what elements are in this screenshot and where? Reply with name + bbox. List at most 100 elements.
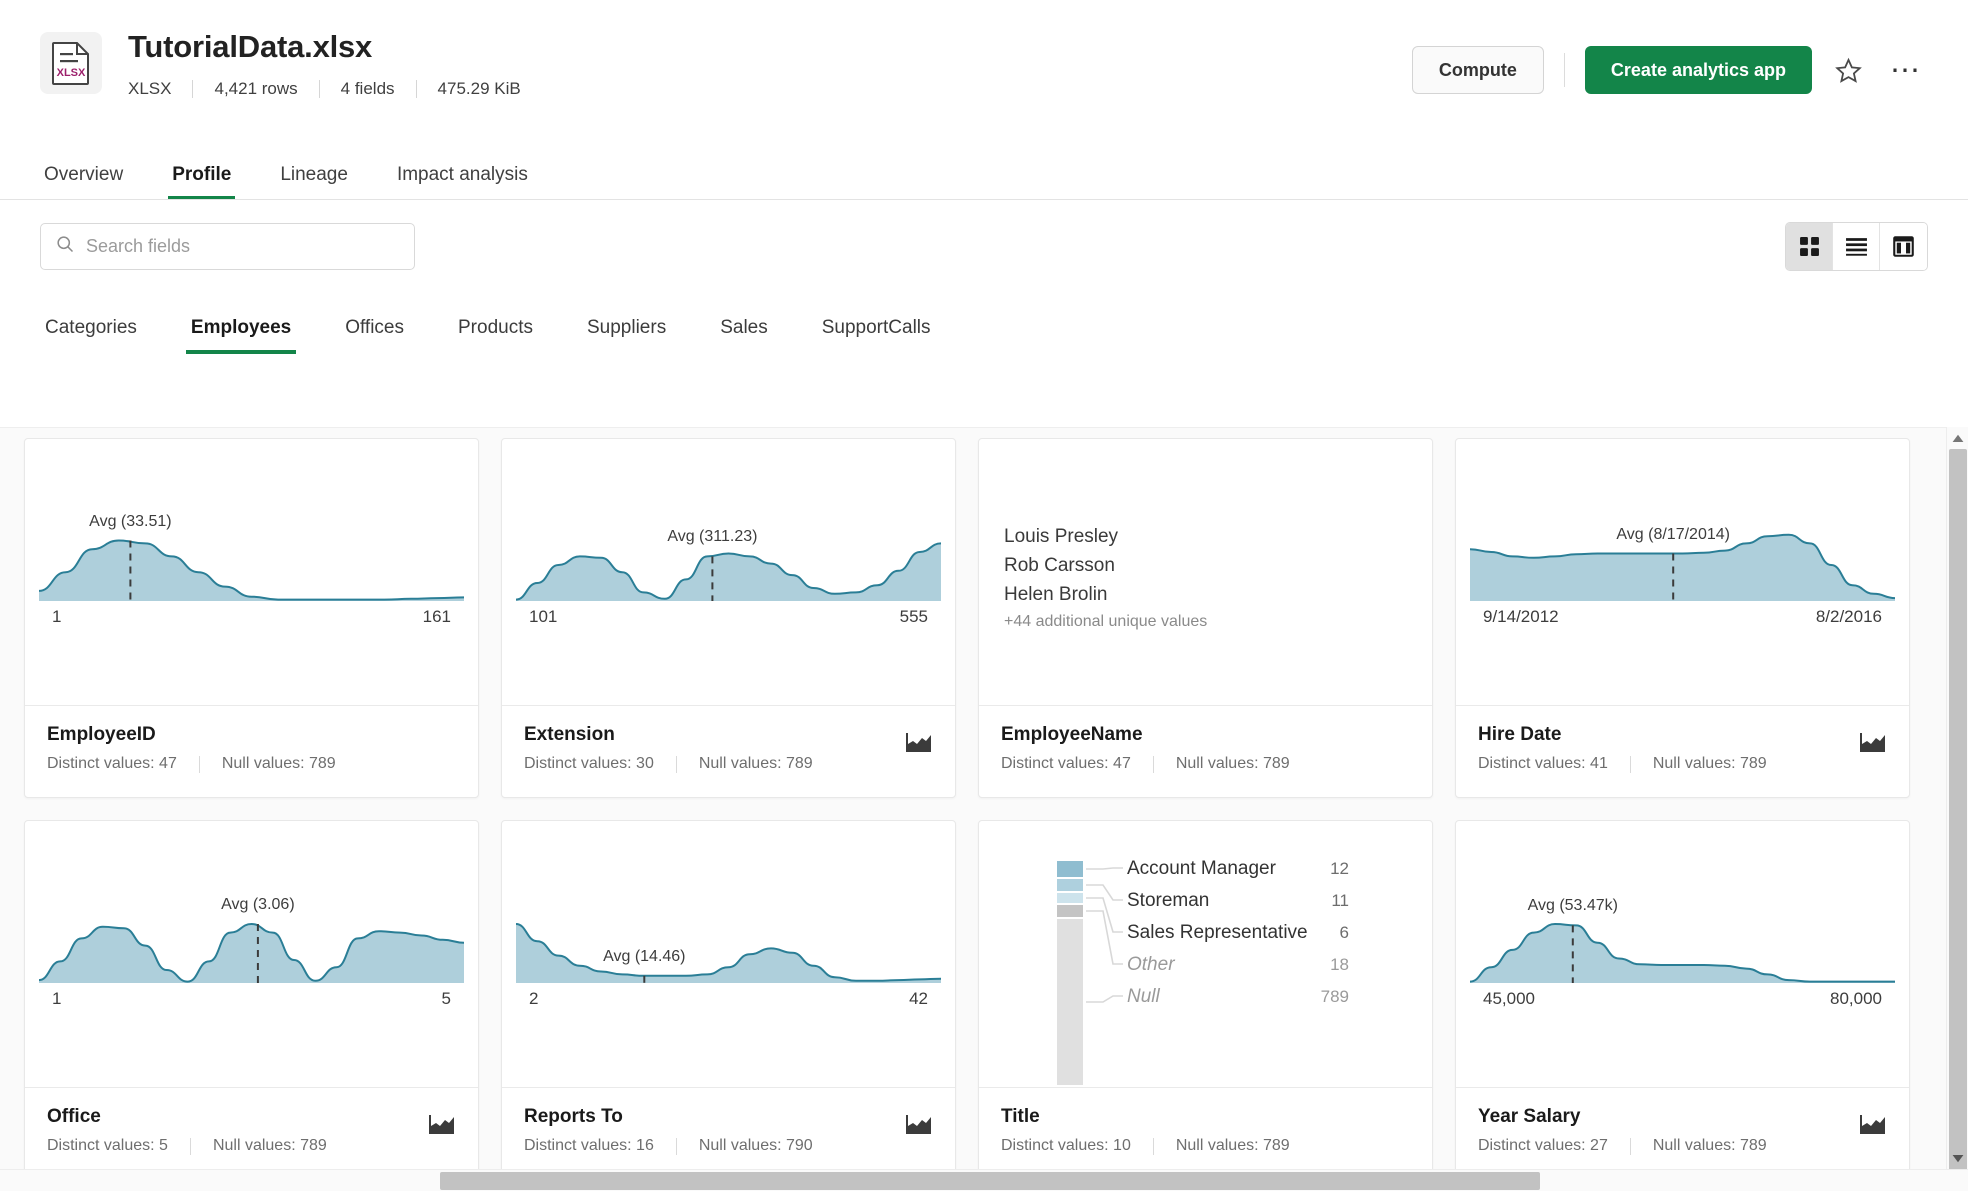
distinct-values: Distinct values: 41 (1478, 755, 1608, 772)
file-meta: XLSX 4,421 rows 4 fields 475.29 KiB (128, 79, 521, 99)
stat-divider (1152, 1137, 1154, 1155)
svg-text:12: 12 (1330, 859, 1349, 878)
svg-text:6: 6 (1340, 923, 1349, 942)
distinct-values: Distinct values: 47 (47, 755, 177, 772)
tab-suppliers[interactable]: Suppliers (582, 317, 671, 354)
scroll-down-icon[interactable] (1947, 1147, 1968, 1169)
tab-categories[interactable]: Categories (40, 317, 142, 354)
field-card[interactable]: Louis Presley Rob Carsson Helen Brolin +44 … (978, 438, 1433, 798)
field-card-footer: Office Distinct values: 5 Null values: 789 (25, 1087, 478, 1179)
tab-offices[interactable]: Offices (340, 317, 409, 354)
create-analytics-app-button[interactable]: Create analytics app (1584, 46, 1812, 94)
field-stats: Distinct values: 47 Null values: 789 (47, 755, 456, 773)
horizontal-scrollbar-thumb[interactable] (440, 1172, 1540, 1190)
stat-divider (675, 1137, 677, 1155)
field-card[interactable]: Avg (33.51) 1 161 EmployeeID Distinct values… (24, 438, 479, 798)
nav-tab-overview[interactable]: Overview (40, 164, 127, 200)
average-label: Avg (311.23) (667, 528, 758, 546)
svg-text:18: 18 (1330, 955, 1349, 974)
tab-sales[interactable]: Sales (715, 317, 773, 354)
density-area-chart (502, 821, 955, 1087)
scroll-up-icon[interactable] (1947, 427, 1968, 449)
stat-divider (1152, 755, 1154, 773)
more-options-icon[interactable]: ⋯ (1884, 48, 1928, 92)
field-card-footer: Year Salary Distinct values: 27 Null value… (1456, 1087, 1909, 1179)
distinct-values: Distinct values: 10 (1001, 1137, 1131, 1154)
distribution-chart: Avg (311.23) 101 555 (502, 439, 955, 705)
null-values: Null values: 790 (698, 1137, 813, 1154)
range-min-label: 1 (52, 607, 62, 626)
null-values: Null values: 789 (1175, 1137, 1290, 1154)
page-header: XLSX TutorialData.xlsx XLSX 4,421 rows 4… (0, 0, 1968, 148)
meta-divider (415, 80, 417, 99)
field-cards-grid: Avg (33.51) 1 161 EmployeeID Distinct values… (0, 428, 1968, 1180)
meta-rows: 4,421 rows (214, 79, 298, 99)
vertical-scrollbar[interactable] (1946, 427, 1968, 1191)
list-view-icon[interactable] (1833, 222, 1880, 270)
field-name: Year Salary (1478, 1106, 1581, 1127)
distribution-chart: Avg (33.51) 1 161 (25, 439, 478, 705)
field-card-footer: EmployeeID Distinct values: 47 Null values… (25, 705, 478, 797)
xlsx-file-icon: XLSX (40, 32, 102, 94)
field-card[interactable]: Avg (14.46) 2 42 Reports To Distinct values:… (501, 820, 956, 1180)
search-icon (55, 234, 75, 259)
field-card-footer: Title Distinct values: 10 Null values: 789 (979, 1087, 1432, 1179)
field-card[interactable]: Account Manager 12 Storeman 11 Sales Represe… (978, 820, 1433, 1180)
range-max-label: 80,000 (1830, 989, 1882, 1008)
null-values: Null values: 789 (1175, 755, 1290, 772)
distinct-values: Distinct values: 16 (524, 1137, 654, 1154)
measure-chart-icon (905, 1112, 933, 1141)
page-title: TutorialData.xlsx (128, 29, 373, 64)
field-stats: Distinct values: 5 Null values: 789 (47, 1137, 456, 1155)
table-tabs: Categories Employees Offices Products Su… (0, 292, 1968, 354)
search-field-container[interactable] (40, 222, 415, 270)
range-max-label: 8/2/2016 (1815, 607, 1882, 626)
field-card[interactable]: Avg (311.23) 101 555 Extension Distinct valu… (501, 438, 956, 798)
star-icon[interactable] (1826, 48, 1870, 92)
tab-employees[interactable]: Employees (185, 317, 297, 354)
horizontal-scrollbar[interactable] (0, 1169, 1968, 1191)
search-input[interactable] (86, 235, 400, 257)
profile-toolbar (0, 200, 1968, 292)
null-values: Null values: 789 (1652, 1137, 1767, 1154)
field-card[interactable]: Avg (3.06) 1 5 Office Distinct values: 5 Null… (24, 820, 479, 1180)
distribution-chart: Avg (14.46) 2 42 (502, 821, 955, 1087)
svg-text:Null: Null (1127, 986, 1161, 1007)
stat-divider (1629, 1137, 1631, 1155)
svg-text:789: 789 (1321, 987, 1349, 1006)
distribution-chart: Avg (3.06) 1 5 (25, 821, 478, 1087)
null-values: Null values: 789 (221, 755, 336, 772)
field-cards-scroll-area: Avg (33.51) 1 161 EmployeeID Distinct values… (0, 427, 1968, 1191)
additional-values-label: +44 additional unique values (1004, 612, 1208, 630)
range-min-label: 101 (529, 607, 558, 626)
stat-divider (1629, 755, 1631, 773)
action-divider (1563, 53, 1565, 87)
vertical-scrollbar-thumb[interactable] (1949, 449, 1967, 1191)
compute-button[interactable]: Compute (1411, 46, 1544, 94)
grid-view-icon[interactable] (1786, 222, 1833, 270)
nav-tab-profile[interactable]: Profile (168, 164, 236, 200)
range-max-label: 42 (909, 989, 928, 1008)
field-card[interactable]: Avg (8/17/2014) 9/14/2012 8/2/2016 Hire Dat… (1455, 438, 1910, 798)
tab-products[interactable]: Products (453, 317, 538, 354)
table-view-icon[interactable] (1880, 222, 1927, 270)
null-values: Null values: 789 (212, 1137, 327, 1154)
range-min-label: 2 (529, 989, 539, 1008)
view-mode-toggle (1785, 221, 1928, 271)
meta-divider (318, 80, 320, 99)
header-actions: Compute Create analytics app ⋯ (1411, 28, 1928, 94)
field-card[interactable]: Avg (53.47k) 45,000 80,000 Year Salary Disti… (1455, 820, 1910, 1180)
distinct-values: Distinct values: 30 (524, 755, 654, 772)
field-stats: Distinct values: 16 Null values: 790 (524, 1137, 933, 1155)
field-card-footer: Extension Distinct values: 30 Null values:… (502, 705, 955, 797)
nav-tab-lineage[interactable]: Lineage (276, 164, 352, 200)
density-area-chart (1456, 821, 1909, 1087)
nav-tab-impact-analysis[interactable]: Impact analysis (393, 164, 532, 200)
field-stats: Distinct values: 30 Null values: 789 (524, 755, 933, 773)
average-label: Avg (53.47k) (1527, 897, 1619, 915)
distribution-chart: Avg (53.47k) 45,000 80,000 (1456, 821, 1909, 1087)
field-name: EmployeeID (47, 724, 156, 745)
tab-supportcalls[interactable]: SupportCalls (817, 317, 936, 354)
range-max-label: 161 (422, 607, 451, 626)
field-stats: Distinct values: 47 Null values: 789 (1001, 755, 1410, 773)
